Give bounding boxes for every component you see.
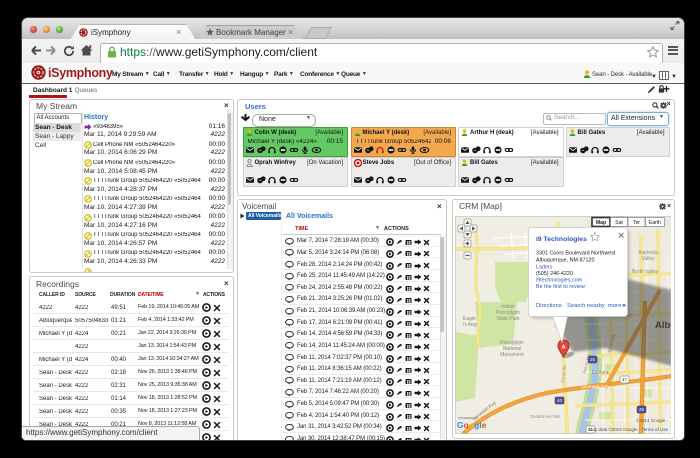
svg-text:3301 Coors Boulevard Northwest: 3301 Coors Boulevard Northwest	[536, 250, 616, 256]
svg-text:Coronado Fwy: Coronado Fwy	[580, 384, 609, 389]
svg-text:(505) 246-4220: (505) 246-4220	[536, 271, 573, 277]
svg-text:40: 40	[556, 398, 562, 403]
svg-text:Google: Google	[457, 420, 487, 430]
svg-text:Albuquerque, NM 87120: Albuquerque, NM 87120	[536, 257, 594, 263]
svg-text:Search nearby: Search nearby	[567, 303, 605, 309]
svg-text:rt-Aeg: rt-Aeg	[463, 322, 477, 328]
svg-text:A: A	[561, 344, 565, 350]
svg-text:Ter: Ter	[633, 220, 640, 226]
svg-text:North Valley: North Valley	[631, 269, 658, 275]
svg-text:Map: Map	[596, 220, 606, 226]
svg-text:i9technologies.com: i9technologies.com	[536, 277, 583, 283]
svg-text:25: 25	[638, 407, 644, 412]
svg-text:Map data ©2014 Google - Terms: Map data ©2014 Google - Terms of Use	[588, 426, 668, 432]
svg-text:Monument: Monument	[500, 352, 524, 358]
svg-text:Sat: Sat	[615, 220, 623, 226]
svg-text:State Park: State Park	[496, 316, 520, 322]
svg-text:Be the first to review: Be the first to review	[536, 284, 585, 290]
svg-text:Earth: Earth	[649, 220, 661, 226]
svg-text:Central Ave NW: Central Ave NW	[530, 414, 560, 419]
svg-text:more: more	[608, 303, 621, 309]
svg-text:25: 25	[589, 357, 595, 362]
svg-text:47: 47	[621, 377, 627, 382]
svg-text:Explora: Explora	[591, 370, 608, 376]
svg-text:Valley: Valley	[641, 256, 655, 262]
svg-text:©2014 Google -: ©2014 Google -	[636, 417, 668, 423]
svg-text:Laders: Laders	[536, 264, 553, 270]
svg-text:Directions: Directions	[536, 303, 562, 309]
svg-text:i9 Technologies: i9 Technologies	[536, 236, 587, 243]
